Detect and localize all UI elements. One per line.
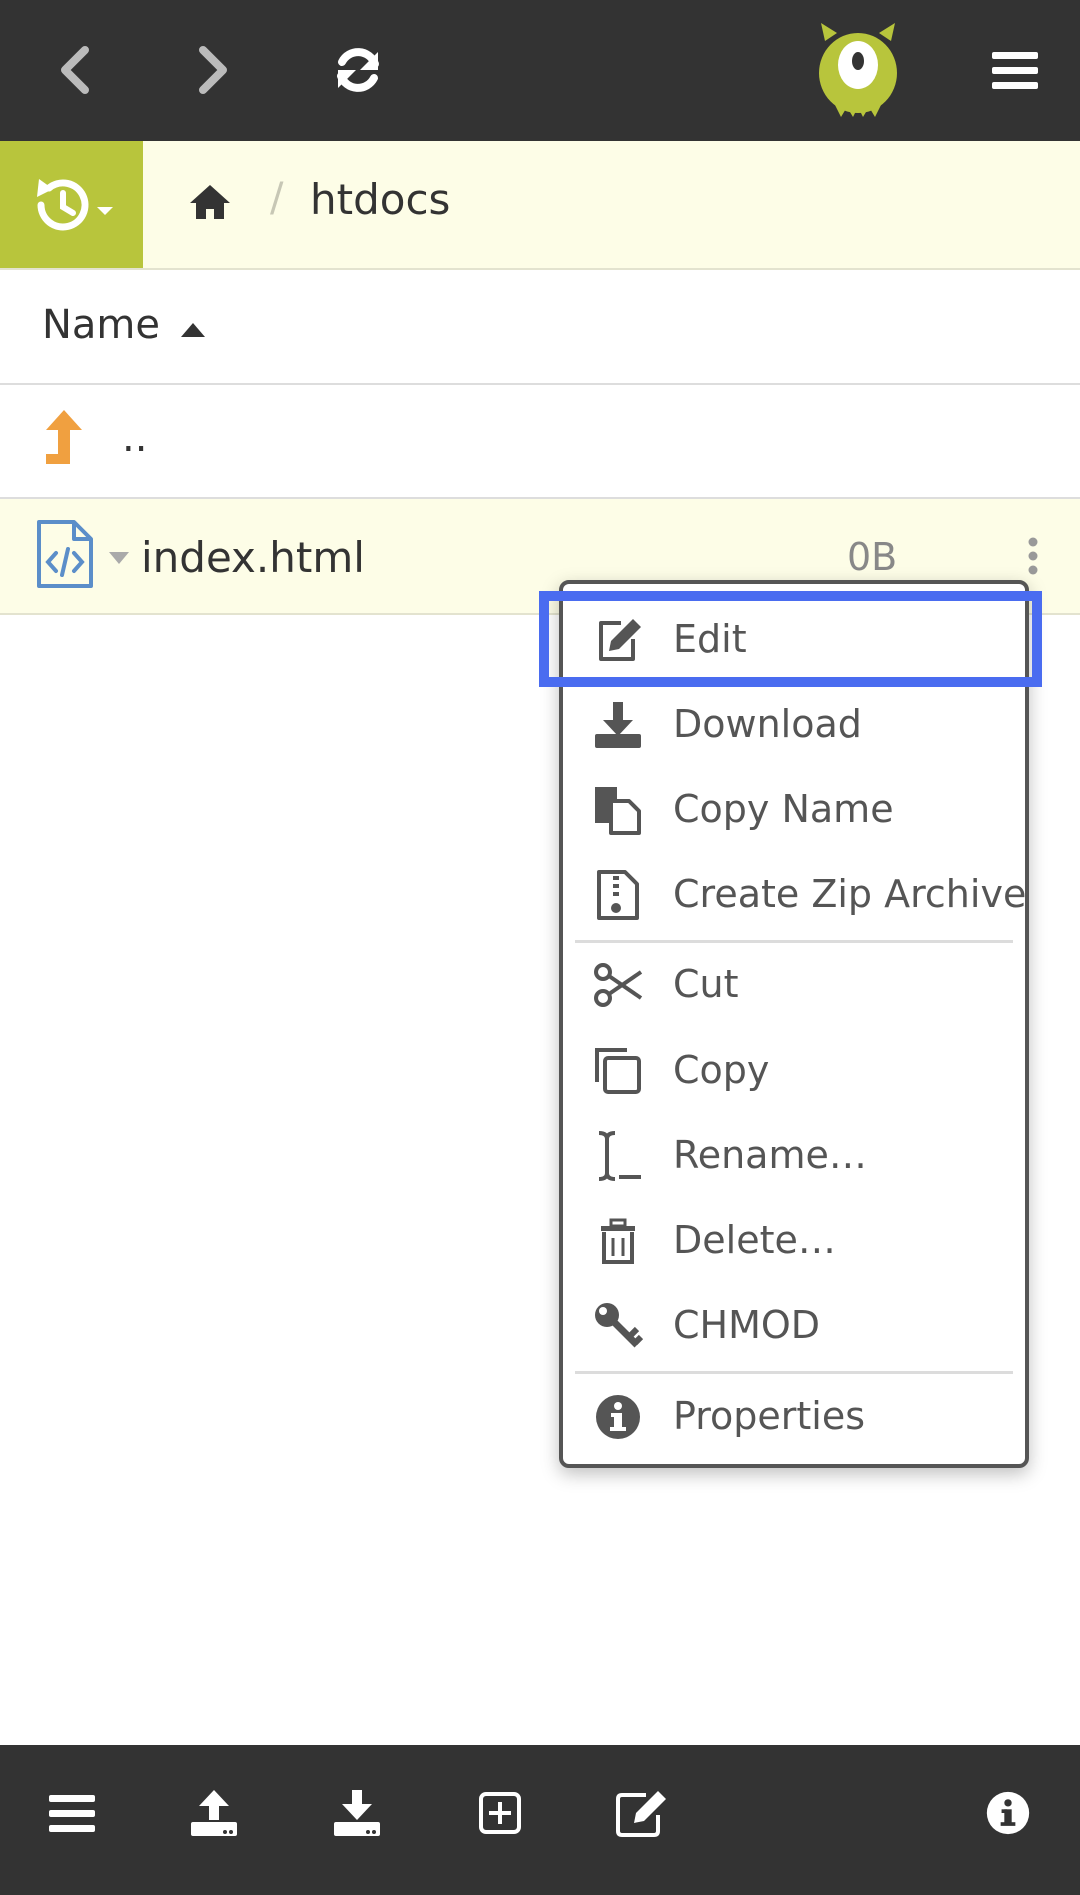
info-button[interactable] [968, 1773, 1048, 1853]
upload-icon [191, 1790, 237, 1836]
chevron-left-icon [61, 46, 89, 94]
list-view-button[interactable] [32, 1773, 112, 1853]
menu-item-delete[interactable]: Delete… [563, 1200, 1025, 1284]
menu-separator [575, 1371, 1013, 1374]
trash-icon [601, 1218, 635, 1264]
refresh-button[interactable] [320, 30, 396, 110]
text-cursor-icon [598, 1131, 641, 1181]
menu-item-download[interactable]: Download [563, 684, 1025, 768]
zip-file-icon [597, 870, 639, 920]
menu-item-rename[interactable]: Rename… [563, 1115, 1025, 1199]
context-menu: Edit Download Copy Name Create Zip Archi… [559, 580, 1029, 1468]
menu-item-copy[interactable]: Copy [563, 1030, 1025, 1114]
name-column-header[interactable]: Name [42, 302, 160, 348]
menu-separator [575, 940, 1013, 943]
monster-logo-icon [819, 23, 897, 117]
menu-item-label: CHMOD [673, 1303, 821, 1347]
copy-icon [595, 1048, 641, 1094]
menu-item-label: Download [673, 702, 862, 746]
html-file-icon [37, 520, 93, 588]
breadcrumb-separator: / [270, 175, 284, 221]
breadcrumb-home[interactable] [188, 183, 232, 225]
sort-asc-icon[interactable] [180, 322, 206, 338]
upload-button[interactable] [174, 1773, 254, 1853]
key-icon [595, 1303, 643, 1348]
scissors-icon [594, 963, 643, 1007]
menu-item-create-zip[interactable]: Create Zip Archive [563, 854, 1027, 938]
hamburger-icon [992, 52, 1038, 89]
menu-item-label: Rename… [673, 1133, 867, 1177]
list-icon [49, 1795, 95, 1832]
home-icon [190, 185, 230, 219]
edit-button[interactable] [602, 1773, 682, 1853]
top-toolbar [0, 0, 1080, 141]
download-all-button[interactable] [317, 1773, 397, 1853]
menu-item-label: Copy [673, 1048, 770, 1092]
edit-icon [616, 1791, 666, 1837]
forward-button[interactable] [178, 30, 248, 110]
bottom-toolbar [0, 1745, 1080, 1895]
history-button[interactable] [0, 141, 143, 268]
info-icon [596, 1395, 640, 1439]
menu-item-label: Properties [673, 1394, 866, 1438]
info-icon [986, 1791, 1030, 1835]
selection-highlight [539, 591, 1042, 687]
menu-item-label: Delete… [673, 1218, 836, 1262]
menu-item-chmod[interactable]: CHMOD [563, 1285, 1025, 1369]
new-item-button[interactable] [460, 1773, 540, 1853]
menu-item-cut[interactable]: Cut [563, 944, 1025, 1028]
list-item-parent-dir[interactable]: .. [0, 385, 1080, 499]
history-icon [36, 178, 113, 230]
menu-item-properties[interactable]: Properties [563, 1376, 1025, 1460]
back-button[interactable] [40, 30, 110, 110]
menu-item-label: Cut [673, 962, 739, 1006]
parent-dir-label: .. [122, 415, 148, 461]
main-menu-button[interactable] [980, 30, 1050, 110]
breadcrumb: / htdocs [0, 141, 1080, 270]
file-name[interactable]: index.html [141, 533, 365, 582]
menu-item-label: Create Zip Archive [673, 872, 1027, 916]
download-icon [595, 702, 641, 748]
menu-item-label: Copy Name [673, 787, 894, 831]
file-size: 0B [847, 535, 898, 579]
more-vertical-icon[interactable] [1026, 537, 1040, 575]
breadcrumb-current[interactable]: htdocs [310, 175, 450, 224]
column-header-row: Name [0, 270, 1080, 385]
new-item-icon [479, 1792, 521, 1834]
menu-item-copy-name[interactable]: Copy Name [563, 769, 1025, 853]
download-icon [334, 1790, 380, 1836]
copy-name-icon [595, 787, 641, 835]
app-logo [812, 20, 904, 120]
chevron-right-icon [199, 46, 227, 94]
caret-down-icon[interactable] [108, 551, 130, 565]
refresh-icon [337, 48, 379, 92]
level-up-icon [46, 410, 82, 464]
